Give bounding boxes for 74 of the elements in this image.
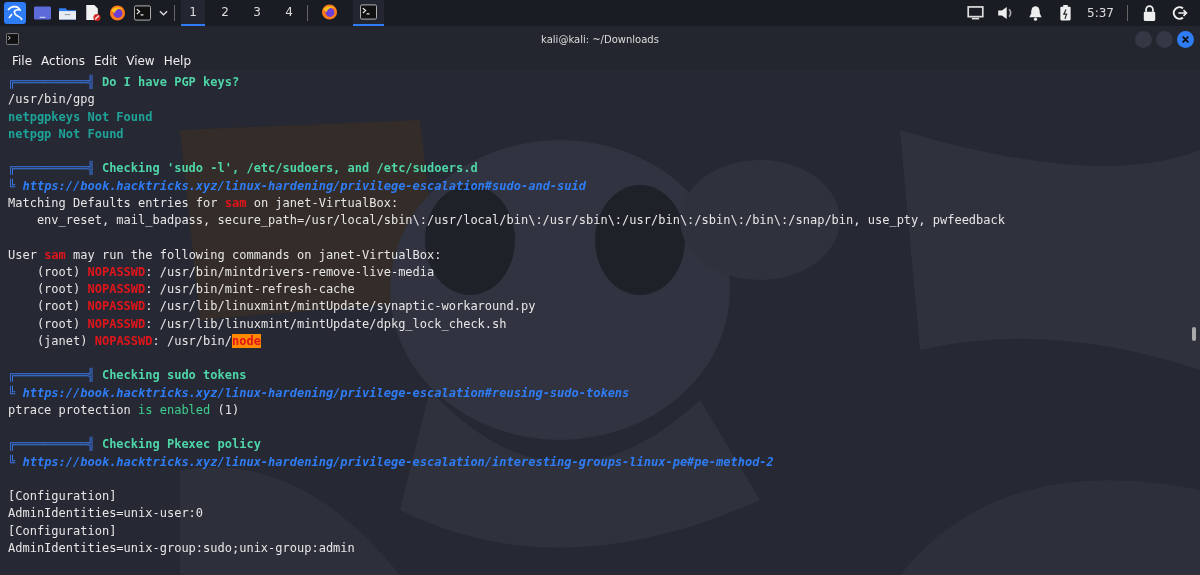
workspace-tab[interactable]: 1 xyxy=(181,0,205,26)
menu-item[interactable]: View xyxy=(126,54,155,68)
highlighted-text: node xyxy=(232,333,261,348)
browser-icon[interactable] xyxy=(321,4,338,20)
scrollbar-thumb[interactable] xyxy=(1192,327,1196,341)
menu-item[interactable]: Actions xyxy=(41,54,85,68)
status-text: netpgp Not Found xyxy=(8,126,124,141)
output-text: (1) xyxy=(216,402,240,417)
output-text: (root) xyxy=(35,282,82,296)
output-text: User xyxy=(8,247,38,262)
user-text: NOPASSWD xyxy=(87,282,146,296)
reference-link[interactable]: https://book.hacktricks.xyz/linux-hardening/privilege-escalation#sudo-and-suid xyxy=(22,178,586,193)
section-title: Checking 'sudo -l', /etc/sudoers, and /etc/sudoers.d xyxy=(101,161,478,176)
user-text: sam xyxy=(224,195,247,210)
user-text: NOPASSWD xyxy=(87,299,146,314)
output-text: (root) xyxy=(35,264,82,279)
output-text: AdminIdentities=unix-group:sudo;unix-group:admin xyxy=(8,540,355,555)
section-title: Do I have PGP keys? xyxy=(101,75,240,89)
output-text: (janet) xyxy=(35,333,89,348)
menu-item[interactable]: File xyxy=(12,54,33,68)
menu-item[interactable]: Help xyxy=(163,54,192,68)
output-text: on janet-VirtualBox: xyxy=(252,195,399,210)
section-title: Checking sudo tokens xyxy=(101,368,247,383)
display-icon[interactable] xyxy=(967,5,985,21)
box-frame: ╚ xyxy=(8,385,23,400)
output-text: Matching Defaults entries for xyxy=(8,195,219,210)
dragon-logo-icon[interactable] xyxy=(4,2,26,24)
output-text: may run the following commands on janet-VirtualBox: xyxy=(72,247,442,262)
status-text: is enabled xyxy=(138,402,211,417)
output-text: env_reset, mail_badpass, secure_path=/usr/local/sbin\:/usr/local/bin\:/usr/sbin\:/usr/bin\:/sbin\:/bin\:/snap/bin, use_pty, pwfeedback xyxy=(35,213,1005,227)
terminal-icon xyxy=(6,33,19,45)
output-text: [Configuration] xyxy=(8,523,117,538)
menu-item[interactable]: Edit xyxy=(93,54,118,68)
caret-icon[interactable] xyxy=(159,10,168,16)
reference-link[interactable]: https://book.hacktricks.xyz/linux-hardening/privilege-escalation/interesting-groups-linux-pe#pe-method-2 xyxy=(22,454,774,469)
user-text: NOPASSWD xyxy=(94,333,153,348)
browser-icon[interactable] xyxy=(109,5,126,21)
output-text: : /usr/bin/mint-refresh-cache xyxy=(145,282,355,296)
output-text: ptrace protection xyxy=(8,402,132,417)
output-text: AdminIdentities=unix-user:0 xyxy=(8,506,204,521)
user-text: sam xyxy=(44,247,66,262)
section-title: Checking Pkexec policy xyxy=(101,437,261,452)
box-frame: ╔══════════╣ xyxy=(8,161,102,176)
reference-link[interactable]: https://book.hacktricks.xyz/linux-hardening/privilege-escalation#reusing-sudo-tokens xyxy=(22,385,630,400)
terminal-icon[interactable] xyxy=(134,5,151,21)
folder-icon[interactable] xyxy=(59,5,76,21)
user-text: NOPASSWD xyxy=(87,264,146,279)
output-text: : /usr/lib/linuxmint/mintUpdate/dpkg_lock_check.sh xyxy=(145,316,507,331)
status-text: netpgpkeys Not Found xyxy=(8,109,153,124)
output-text: (root) xyxy=(35,299,82,314)
box-frame: ╔══════════╣ xyxy=(8,437,102,452)
box-frame: ╚ xyxy=(8,454,23,469)
output-text: : /usr/bin/ xyxy=(152,333,232,348)
output-text: : /usr/lib/linuxmint/mintUpdate/synaptic-workaround.py xyxy=(145,299,536,314)
output-text: (root) xyxy=(35,316,82,331)
terminal-icon[interactable] xyxy=(360,4,377,20)
output-text: : /usr/bin/mintdrivers-remove-live-media xyxy=(145,264,435,279)
logout-icon[interactable] xyxy=(1171,5,1188,21)
close-icon[interactable] xyxy=(1177,30,1194,48)
box-frame: ╔══════════╣ xyxy=(8,75,102,89)
window-title: kali@kali: ~/Downloads xyxy=(540,33,660,45)
lock-icon[interactable] xyxy=(1141,5,1158,21)
workspace-tab[interactable]: 2 xyxy=(213,0,237,26)
output-text: [Configuration] xyxy=(8,489,117,503)
box-frame: ╚ xyxy=(8,178,23,193)
workspace-tab[interactable]: 3 xyxy=(245,0,269,26)
output-text: /usr/bin/gpg xyxy=(8,92,95,107)
document-edit-icon[interactable] xyxy=(84,5,101,21)
user-text: NOPASSWD xyxy=(87,316,146,331)
clock-text: 5:37 xyxy=(1087,6,1114,20)
box-frame: ╔══════════╣ xyxy=(8,368,102,383)
desktop-icon[interactable] xyxy=(34,5,51,21)
task-button[interactable] xyxy=(353,0,384,26)
workspace-tab[interactable]: 4 xyxy=(277,0,301,26)
